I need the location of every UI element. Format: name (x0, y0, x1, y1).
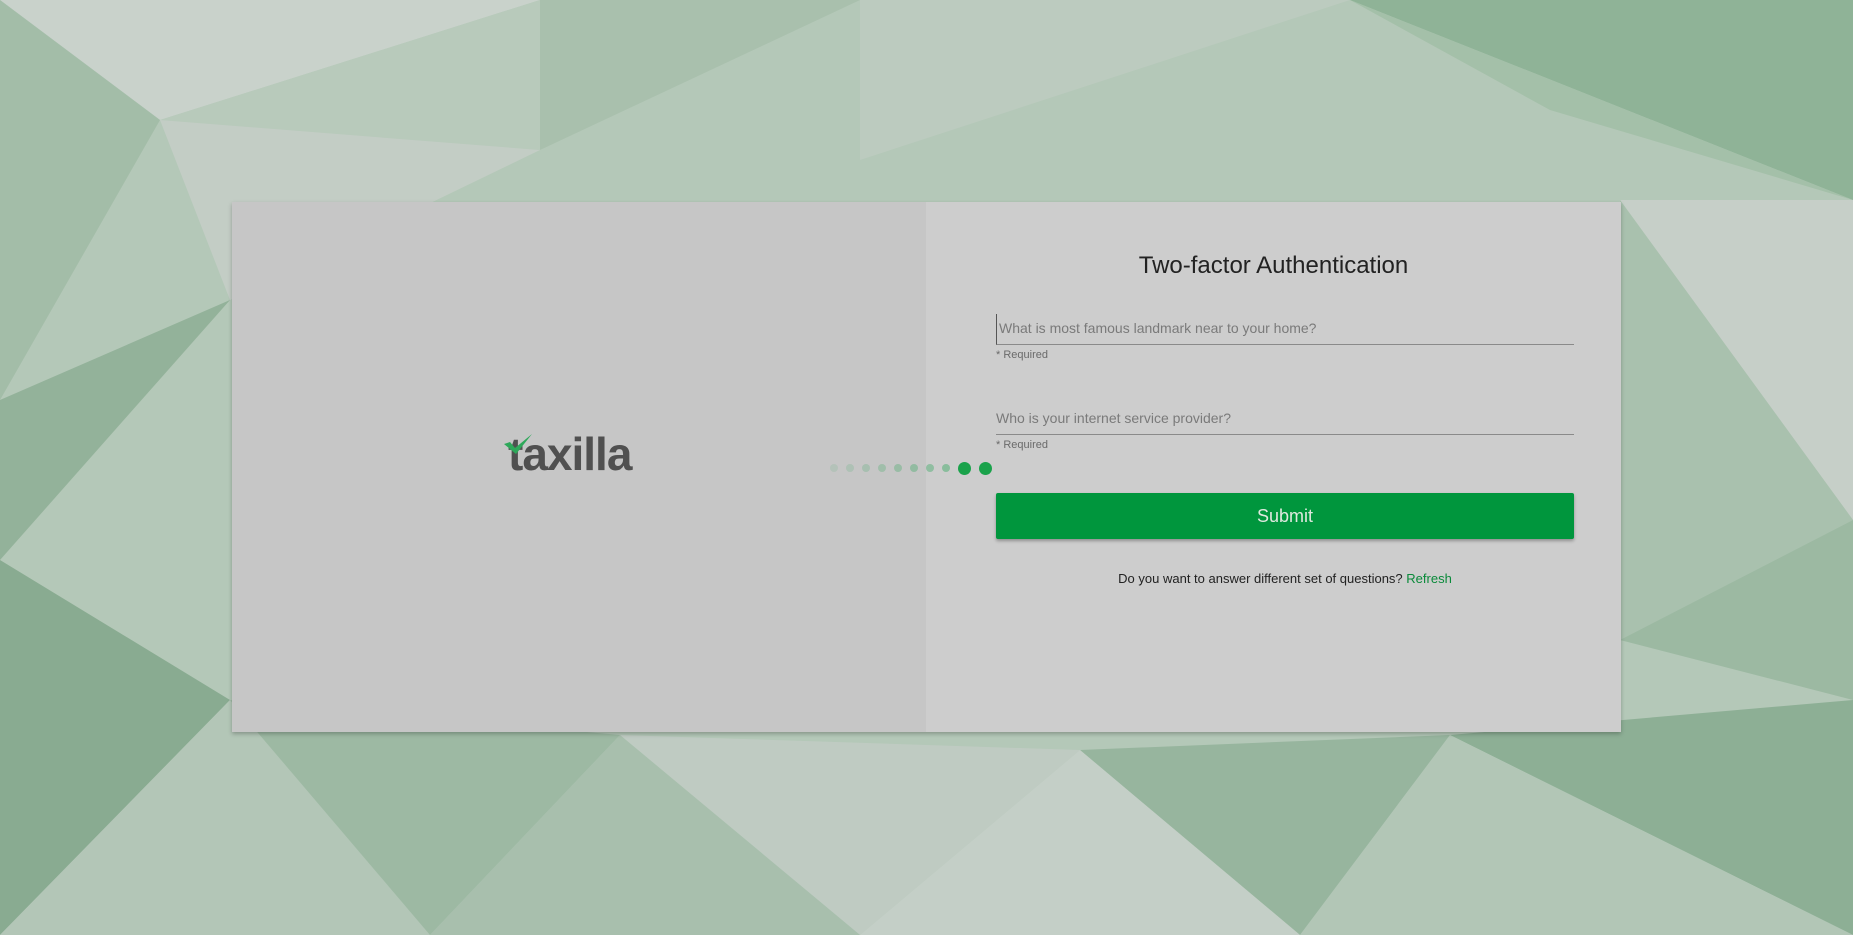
refresh-link[interactable]: Refresh (1406, 571, 1452, 586)
loader-dot (878, 464, 886, 472)
security-question-2: * Required (996, 404, 1574, 451)
page-title: Two-factor Authentication (1138, 252, 1409, 279)
loader-dot (830, 464, 838, 472)
checkmark-icon (504, 434, 532, 454)
isp-answer-input[interactable] (996, 404, 1574, 435)
security-question-1: * Required (996, 314, 1574, 361)
taxilla-logo: taxilla (504, 430, 658, 478)
loader-dot (979, 461, 992, 475)
loader-dot (862, 464, 870, 472)
loader-dot (942, 464, 950, 472)
loader-dot (894, 464, 902, 472)
required-hint: * Required (996, 349, 1048, 361)
loader-dot (846, 464, 854, 472)
refresh-prompt: Do you want to answer different set of q… (1118, 571, 1403, 586)
brand-panel: taxilla (232, 202, 926, 732)
required-hint: * Required (996, 439, 1048, 451)
refresh-row: Do you want to answer different set of q… (996, 571, 1574, 586)
loader-dot (926, 464, 934, 472)
loader-dot (958, 461, 971, 475)
landmark-answer-input[interactable] (996, 314, 1574, 345)
loader-dot (910, 464, 918, 472)
auth-panel: Two-factor Authentication * Required * R… (926, 202, 1621, 732)
loading-indicator (830, 460, 1030, 476)
submit-button[interactable]: Submit (996, 493, 1574, 539)
